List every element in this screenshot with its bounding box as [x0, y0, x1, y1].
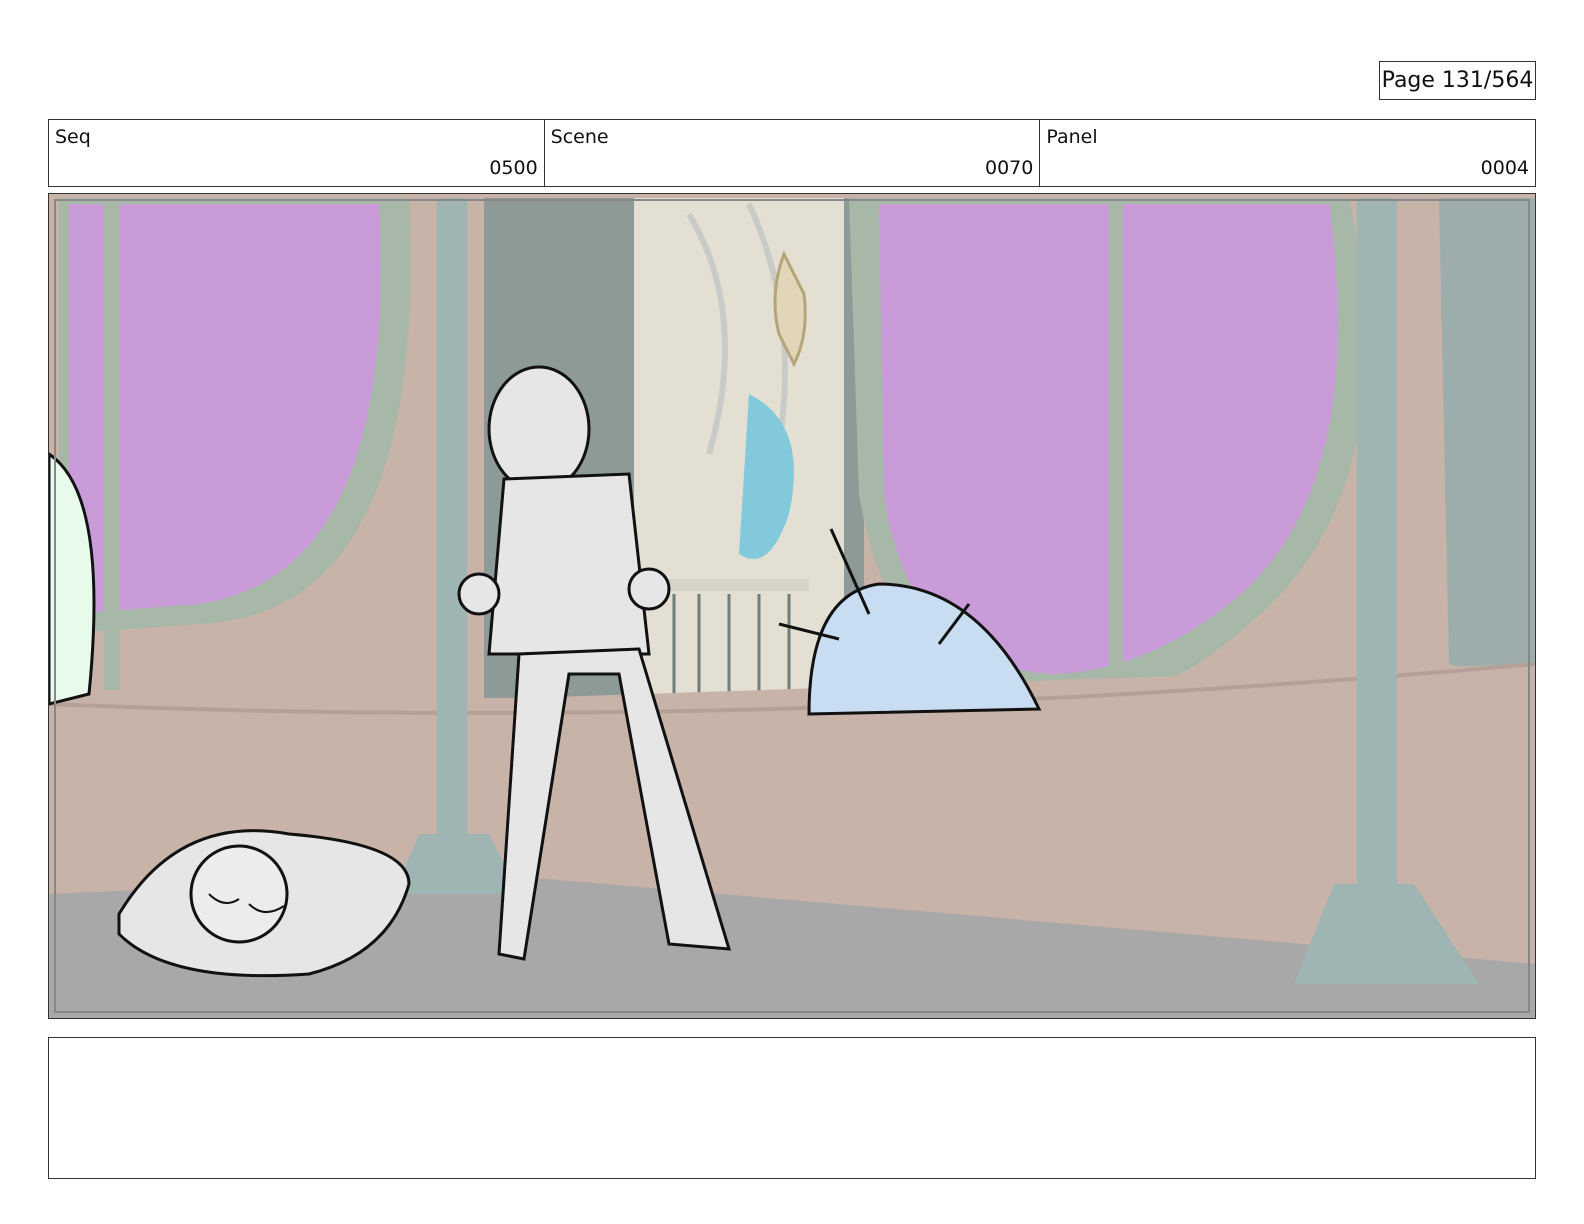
seq-label: Seq — [55, 126, 91, 148]
scene-label: Scene — [550, 126, 609, 148]
scene-field: Scene 0070 — [545, 120, 1041, 186]
page-number: Page 131/564 — [1379, 61, 1536, 100]
panel-field: Panel 0004 — [1040, 120, 1535, 186]
seq-value: 0500 — [489, 157, 538, 179]
panel-label: Panel — [1046, 126, 1098, 148]
panel-value: 0004 — [1480, 157, 1530, 179]
storyboard-panel-image — [48, 193, 1536, 1019]
panel-notes — [48, 1037, 1536, 1179]
seq-field: Seq 0500 — [49, 120, 545, 186]
scene-value: 0070 — [984, 157, 1034, 179]
storyboard-header: Seq 0500 Scene 0070 Panel 0004 — [48, 119, 1536, 187]
